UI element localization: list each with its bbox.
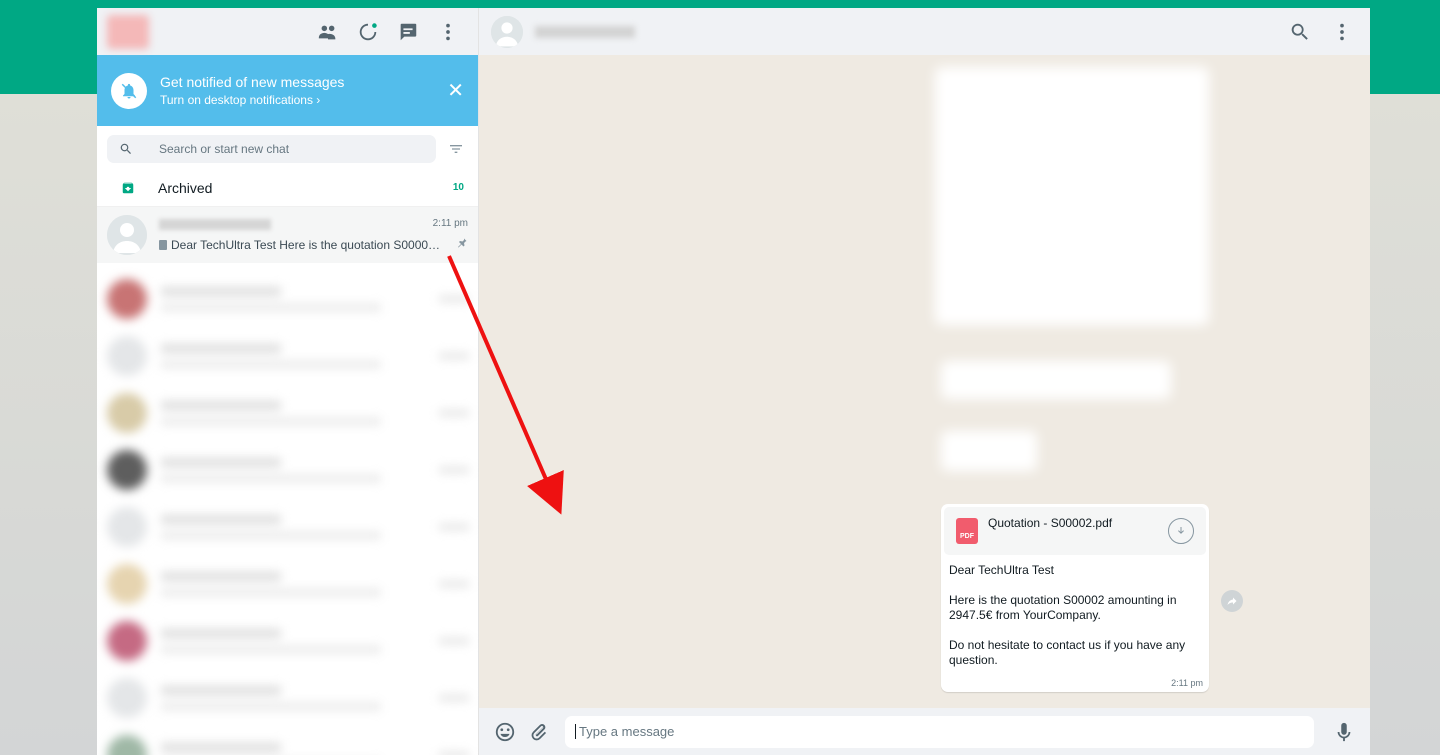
- text-caret: [575, 724, 576, 739]
- pin-icon: [456, 236, 468, 254]
- blurred-message: [941, 431, 1037, 471]
- bell-off-icon: [111, 72, 147, 109]
- contact-name: [535, 25, 635, 38]
- notification-banner[interactable]: Get notified of new messages Turn on des…: [97, 55, 478, 126]
- download-icon[interactable]: [1168, 518, 1194, 544]
- menu-icon[interactable]: [436, 20, 460, 44]
- chat-list-panel: Get notified of new messages Turn on des…: [97, 8, 479, 755]
- file-attachment[interactable]: PDF Quotation - S00002.pdf: [944, 507, 1206, 555]
- message-time: 2:11 pm: [1171, 678, 1203, 688]
- search-icon[interactable]: [1288, 20, 1312, 44]
- archive-icon: [122, 182, 134, 193]
- search-bar: Search or start new chat: [97, 129, 478, 169]
- list-item[interactable]: [97, 555, 479, 612]
- conversation-header[interactable]: [479, 8, 1370, 55]
- archived-row[interactable]: Archived 10: [97, 169, 478, 207]
- list-item[interactable]: [97, 270, 479, 327]
- notification-link[interactable]: Turn on desktop notifications ›: [160, 93, 344, 107]
- whatsapp-window: Get notified of new messages Turn on des…: [97, 8, 1370, 755]
- filter-icon[interactable]: [444, 141, 468, 157]
- message-text: Dear TechUltra Test Here is the quotatio…: [944, 555, 1206, 668]
- contact-name: [159, 218, 271, 230]
- message-line: Dear TechUltra Test: [949, 563, 1054, 577]
- microphone-icon[interactable]: [1332, 720, 1356, 744]
- blurred-message: [941, 361, 1171, 399]
- status-icon[interactable]: [356, 20, 380, 44]
- list-item[interactable]: [97, 726, 479, 755]
- menu-icon[interactable]: [1330, 20, 1354, 44]
- message-line: Do not hesitate to contact us if you hav…: [949, 638, 1186, 667]
- notification-title: Get notified of new messages: [160, 74, 345, 90]
- community-icon[interactable]: [316, 20, 340, 44]
- chat-time: 2:11 pm: [432, 217, 468, 229]
- chat-preview: Dear TechUltra Test Here is the quotatio…: [171, 237, 446, 252]
- list-item[interactable]: [97, 612, 479, 669]
- blurred-chat-list: [97, 270, 479, 755]
- file-name: Quotation - S00002.pdf: [988, 516, 1113, 530]
- avatar: [107, 215, 147, 255]
- search-icon: [120, 143, 131, 154]
- pdf-icon: PDF: [956, 518, 978, 544]
- composer-bar: Type a message: [479, 708, 1370, 755]
- list-item[interactable]: [97, 384, 479, 441]
- archived-count: 10: [452, 182, 464, 193]
- message-input[interactable]: Type a message: [565, 715, 1314, 748]
- list-item[interactable]: [97, 327, 479, 384]
- new-chat-icon[interactable]: [396, 20, 420, 44]
- message-line: Here is the quotation S00002 amounting i…: [949, 593, 1177, 622]
- blurred-message: [935, 67, 1209, 325]
- list-item[interactable]: [97, 498, 479, 555]
- emoji-icon[interactable]: [493, 720, 517, 744]
- forward-icon[interactable]: [1221, 590, 1243, 612]
- profile-avatar[interactable]: [107, 14, 149, 49]
- search-placeholder: Search or start new chat: [159, 142, 290, 156]
- archived-label: Archived: [158, 179, 213, 196]
- document-icon: [159, 239, 167, 250]
- message-placeholder: Type a message: [579, 724, 675, 739]
- list-item[interactable]: [97, 441, 479, 498]
- message-bubble[interactable]: PDF Quotation - S00002.pdf Dear TechUltr…: [941, 504, 1209, 692]
- attach-icon[interactable]: [527, 720, 551, 744]
- chat-list-item-active[interactable]: 2:11 pm Dear TechUltra Test Here is the …: [97, 207, 478, 263]
- list-item[interactable]: [97, 669, 479, 726]
- avatar[interactable]: [491, 15, 523, 48]
- left-header: [97, 8, 478, 55]
- close-icon[interactable]: ✕: [447, 78, 464, 103]
- conversation-panel: PDF Quotation - S00002.pdf Dear TechUltr…: [479, 8, 1370, 755]
- search-input[interactable]: Search or start new chat: [107, 135, 436, 163]
